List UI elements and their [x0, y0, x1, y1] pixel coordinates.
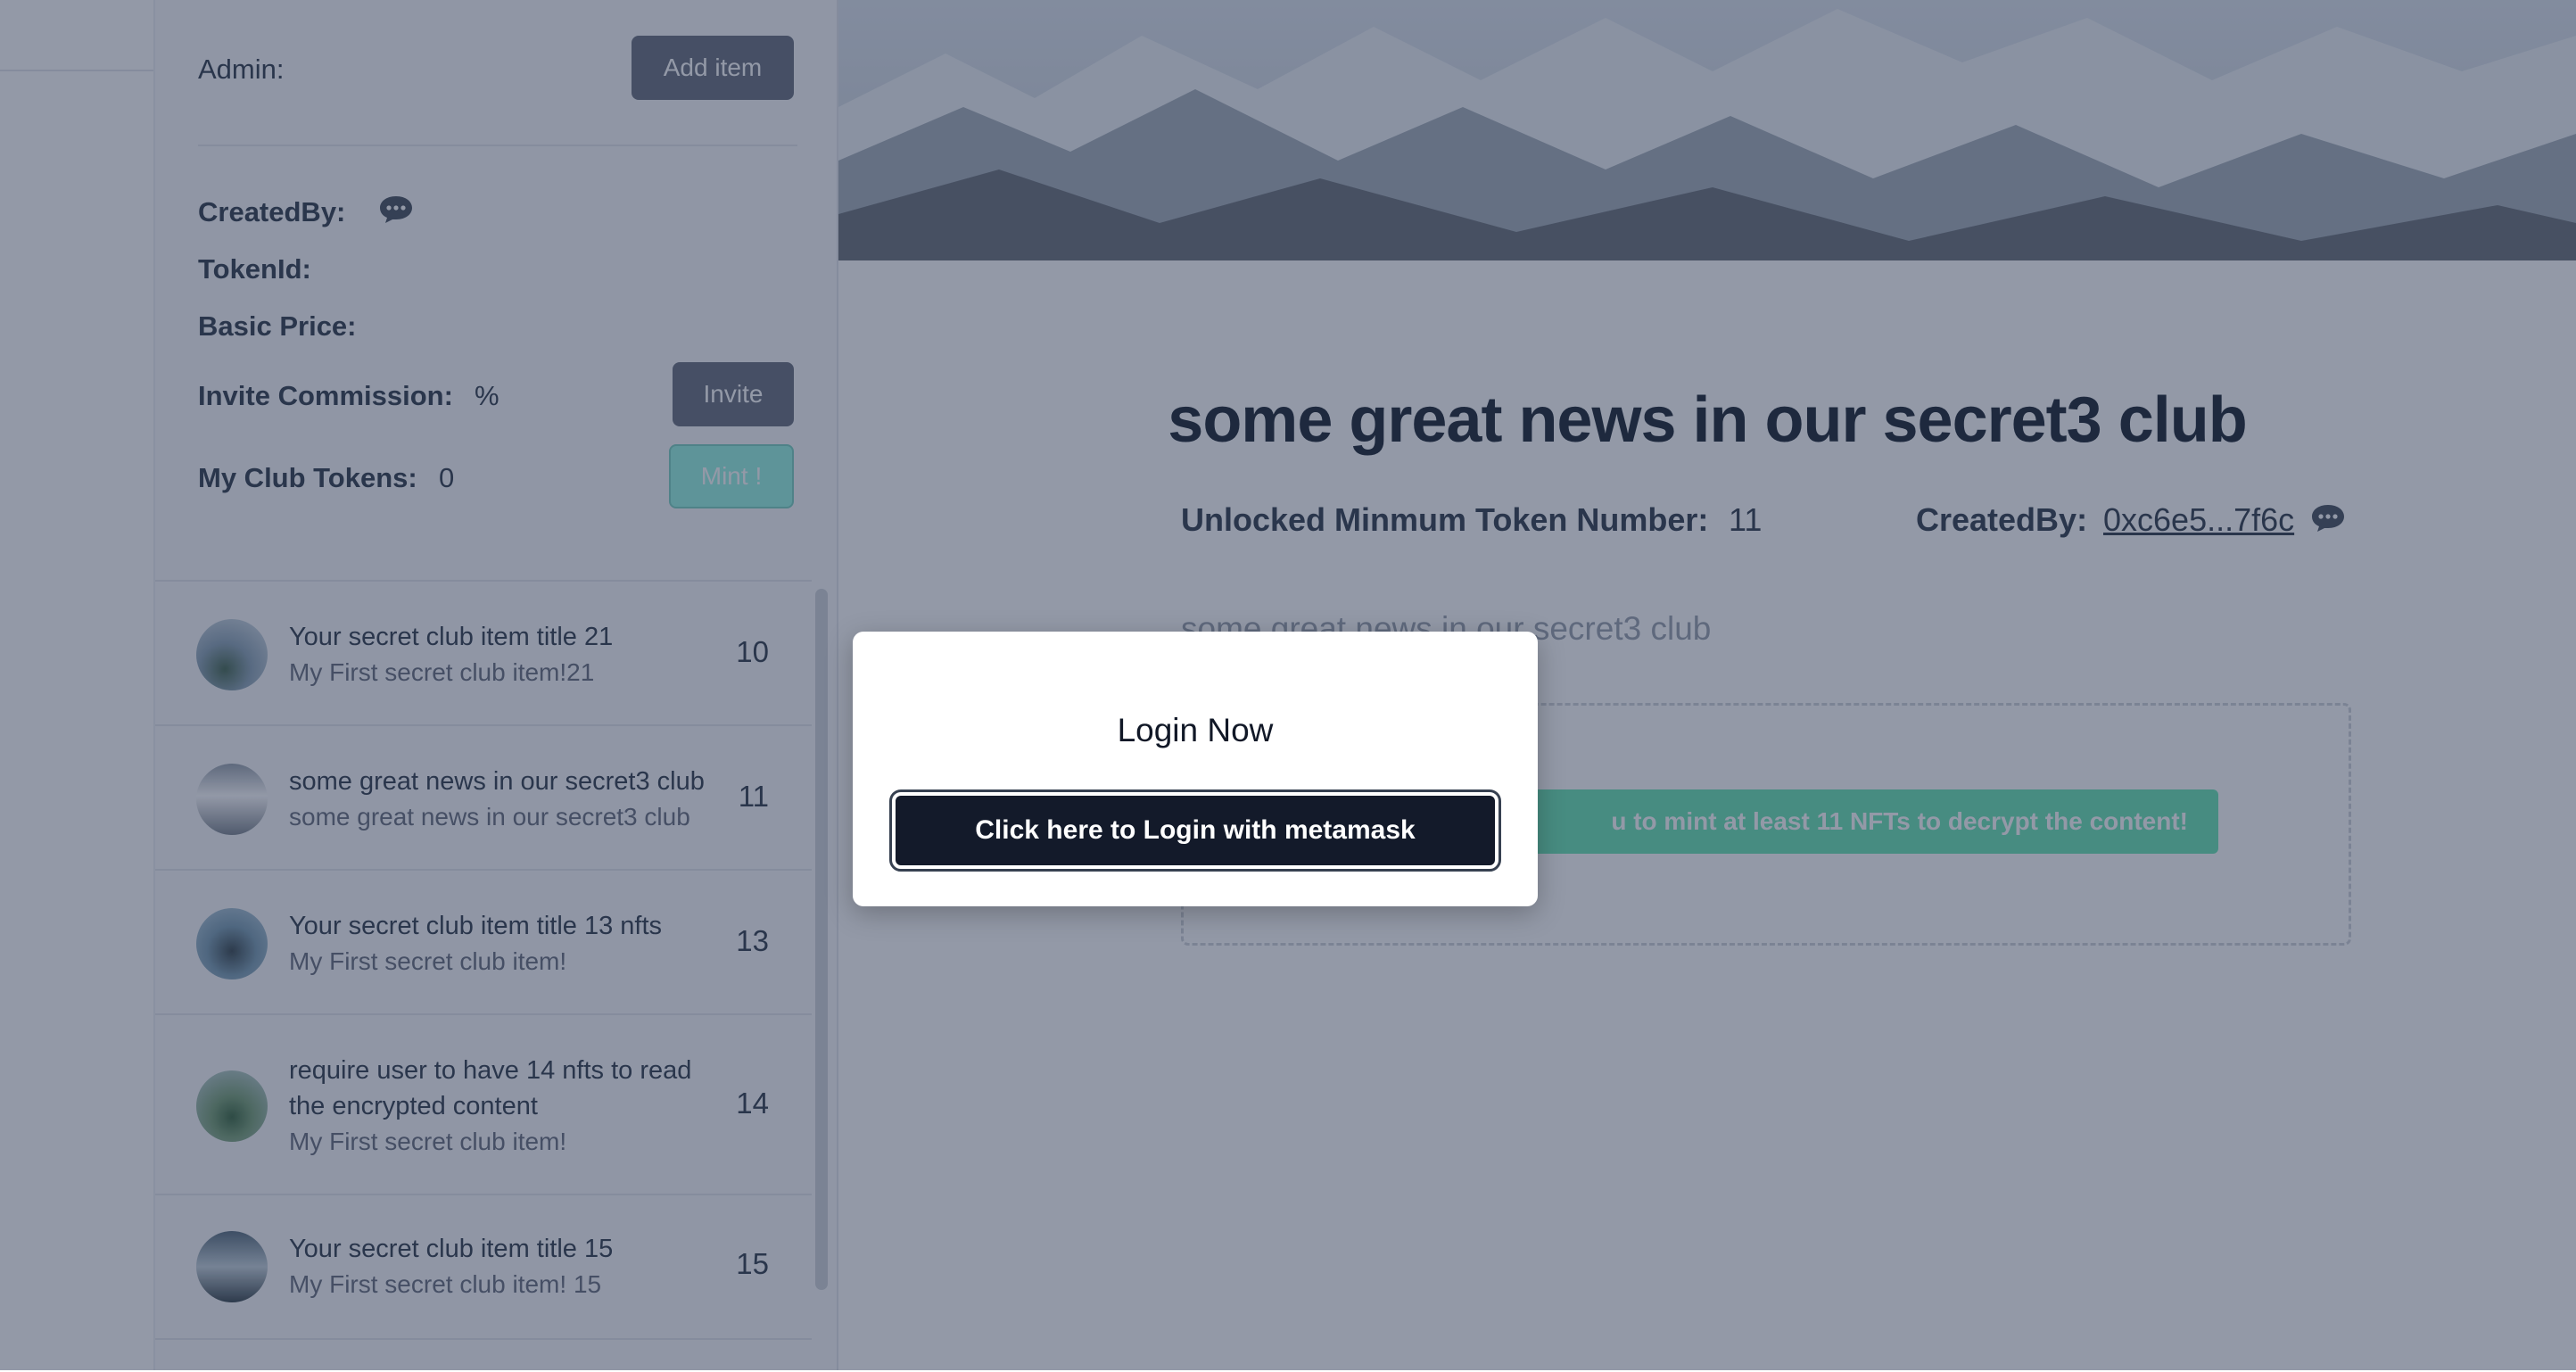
login-modal: Login Now Click here to Login with metam… — [853, 632, 1538, 906]
metamask-login-button[interactable]: Click here to Login with metamask — [889, 789, 1501, 872]
modal-title: Login Now — [1117, 712, 1274, 748]
